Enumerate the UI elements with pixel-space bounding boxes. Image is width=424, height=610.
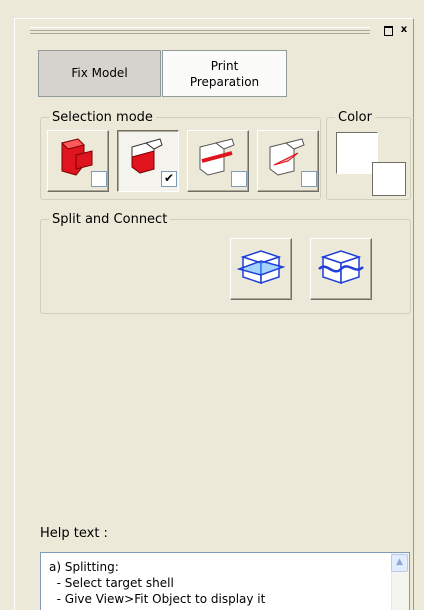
- split-connect-legend: Split and Connect: [52, 212, 168, 227]
- select-edge-button[interactable]: [187, 130, 249, 192]
- help-scrollbar[interactable]: ▲: [391, 553, 409, 610]
- help-text-content: a) Splitting: - Select target shell - Gi…: [49, 559, 265, 607]
- help-line-3: - Give View>Fit Object to display it: [49, 592, 266, 606]
- split-surface-icon: [318, 250, 364, 285]
- selection-mode-legend: Selection mode: [52, 110, 153, 125]
- select-triangle-button[interactable]: [257, 130, 319, 192]
- tab-print-preparation[interactable]: Print Preparation: [162, 50, 287, 97]
- split-plane-icon: [236, 250, 286, 285]
- select-triangle-checkbox: [301, 171, 317, 187]
- print-preparation-panel: x Fix Model Print Preparation Selection …: [0, 0, 424, 610]
- panel-title-grip[interactable]: [30, 27, 370, 34]
- help-text-box[interactable]: a) Splitting: - Select target shell - Gi…: [40, 552, 410, 610]
- split-surface-button[interactable]: [310, 238, 372, 300]
- tab-fix-model[interactable]: Fix Model: [38, 50, 161, 97]
- select-shell-checkbox: [91, 171, 107, 187]
- help-line-2: - Select target shell: [49, 576, 174, 590]
- color-legend: Color: [338, 110, 372, 125]
- tab-print-preparation-line2: Preparation: [189, 74, 260, 89]
- select-edge-checkbox: [231, 171, 247, 187]
- color-picker-button[interactable]: [372, 162, 406, 196]
- tab-print-preparation-line1: Print: [210, 58, 239, 73]
- select-shell-button[interactable]: [47, 130, 109, 192]
- close-window-button[interactable]: x: [398, 25, 410, 36]
- help-text-label: Help text :: [40, 526, 108, 541]
- select-face-button[interactable]: ✔: [117, 130, 179, 192]
- scroll-up-icon[interactable]: ▲: [391, 554, 408, 572]
- select-face-checkbox: ✔: [161, 171, 177, 187]
- panel-border: [14, 18, 414, 610]
- help-line-1: a) Splitting:: [49, 560, 119, 574]
- float-icon: [384, 26, 393, 36]
- float-window-button[interactable]: [382, 25, 394, 36]
- split-plane-button[interactable]: [230, 238, 292, 300]
